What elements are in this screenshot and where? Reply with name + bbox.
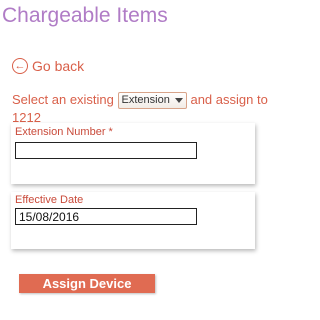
instruction-prefix: Select an existing	[12, 92, 114, 107]
assign-device-button[interactable]: Assign Device	[19, 274, 155, 293]
item-type-select[interactable]: Extension	[117, 91, 187, 109]
effective-date-label: Effective Date	[15, 194, 84, 206]
page-title: Chargeable Items	[2, 4, 168, 27]
go-back-label: Go back	[32, 58, 85, 74]
arrow-left-circle-icon: ←	[12, 58, 28, 74]
extension-number-card: Extension Number *	[11, 123, 255, 184]
chevron-down-icon	[174, 97, 183, 103]
assign-instruction: Select an existing Extension and assign …	[12, 91, 288, 127]
effective-date-card: Effective Date	[11, 192, 255, 249]
go-back-link[interactable]: ← Go back	[12, 56, 84, 76]
item-type-value: Extension	[121, 94, 170, 106]
extension-number-label: Extension Number *	[15, 126, 113, 138]
effective-date-input[interactable]	[15, 208, 197, 225]
extension-number-input[interactable]	[15, 142, 197, 159]
